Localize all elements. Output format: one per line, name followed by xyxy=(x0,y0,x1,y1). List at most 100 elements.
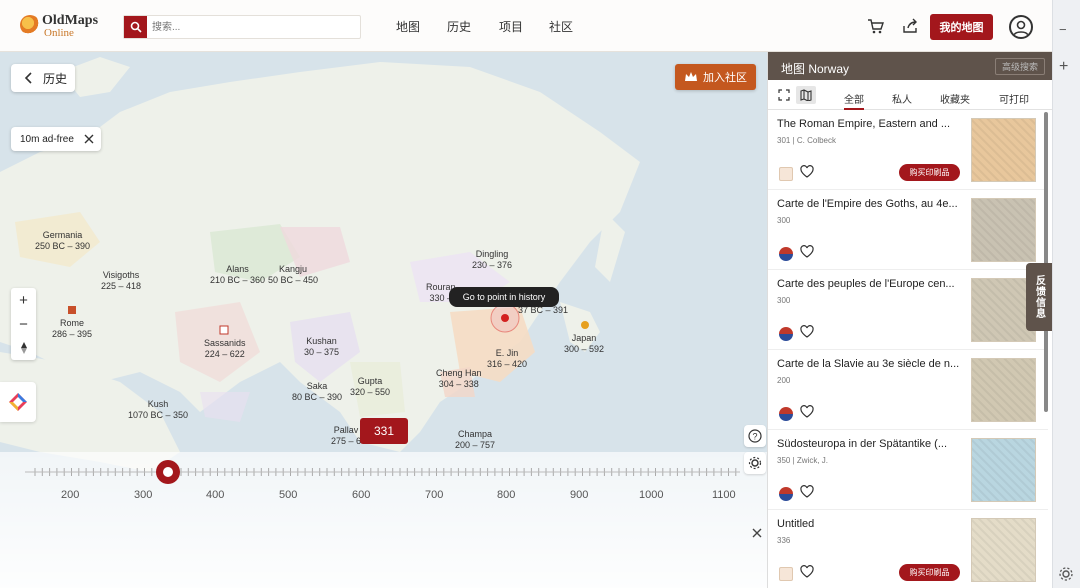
back-history-button[interactable]: 历史 xyxy=(11,64,75,92)
korea-flag-icon xyxy=(779,327,793,341)
map-card-title[interactable]: Carte de la Slavie au 3e siècle de n... xyxy=(777,358,962,370)
buy-print-button[interactable]: 购买印刷品 xyxy=(899,564,960,581)
map-label-ejin[interactable]: E. Jin 316 – 420 xyxy=(487,348,527,370)
feedback-tab[interactable]: 反馈信息 xyxy=(1026,263,1052,331)
heart-icon[interactable] xyxy=(800,245,814,259)
zoom-controls: + − xyxy=(11,288,36,360)
map-card-thumbnail[interactable] xyxy=(971,118,1036,182)
map-card[interactable]: The Roman Empire, Eastern and ... 301 | C… xyxy=(768,110,1048,190)
map-label-kush[interactable]: Kush 1070 BC – 350 xyxy=(128,399,188,421)
nav-history[interactable]: 历史 xyxy=(447,18,471,35)
search-input[interactable] xyxy=(152,18,352,36)
add-icon[interactable]: + xyxy=(1059,58,1068,76)
map-results-panel: 地图 Norway 高级搜索 全部 私人 收藏夹 可打印 The Roman E… xyxy=(767,52,1052,588)
map-view-button[interactable] xyxy=(796,86,816,104)
logo-badge-icon xyxy=(779,167,793,181)
map-label-saka[interactable]: Saka 80 BC – 390 xyxy=(292,381,342,403)
map-label-germania[interactable]: Germania 250 BC – 390 xyxy=(35,230,90,252)
map-label-alans[interactable]: Alans 210 BC – 360 xyxy=(210,264,265,286)
help-icon: ? xyxy=(748,429,762,443)
map-card-title[interactable]: Carte de l'Empire des Goths, au 4e... xyxy=(777,198,962,210)
heart-icon[interactable] xyxy=(800,405,814,419)
settings-button[interactable] xyxy=(744,452,766,474)
panel-title: 地图 Norway xyxy=(781,62,850,76)
map-label-pallava[interactable]: Pallav 275 – 6 xyxy=(331,425,361,447)
tick-900: 900 xyxy=(570,489,589,501)
gear-icon xyxy=(748,456,762,470)
map-card[interactable]: Carte des peuples de l'Europe cen... 300 xyxy=(768,270,1048,350)
map-label-visigoths[interactable]: Visigoths 225 – 418 xyxy=(101,270,141,292)
logo-badge-icon xyxy=(779,567,793,581)
heart-icon[interactable] xyxy=(800,165,814,179)
panel-header: 地图 Norway 高级搜索 xyxy=(768,52,1052,80)
tick-300: 300 xyxy=(134,489,153,501)
map-label-japan[interactable]: Japan 300 – 592 xyxy=(564,333,604,355)
minimize-icon[interactable]: − xyxy=(1059,22,1067,37)
map-card-thumbnail[interactable] xyxy=(971,198,1036,262)
map-card-title[interactable]: The Roman Empire, Eastern and ... xyxy=(777,118,962,130)
korea-flag-icon xyxy=(779,407,793,421)
map-label-gupta[interactable]: Gupta 320 – 550 xyxy=(350,376,390,398)
nav-projects[interactable]: 项目 xyxy=(499,18,523,35)
user-avatar-icon[interactable] xyxy=(1009,15,1033,39)
adfree-label: 10m ad-free xyxy=(20,133,74,145)
oldmaps-logo[interactable]: OldMaps Online xyxy=(20,12,110,40)
close-icon[interactable] xyxy=(83,133,95,145)
search-button[interactable] xyxy=(124,16,147,38)
tick-600: 600 xyxy=(352,489,371,501)
advanced-search-button[interactable]: 高级搜索 xyxy=(995,58,1045,75)
map-card-title[interactable]: Untitled xyxy=(777,518,962,530)
map-card-thumbnail[interactable] xyxy=(971,358,1036,422)
expand-button[interactable] xyxy=(774,86,794,104)
layers-button[interactable] xyxy=(0,382,36,422)
browser-settings-icon[interactable] xyxy=(1058,566,1074,587)
buy-print-button[interactable]: 购买印刷品 xyxy=(899,164,960,181)
compass-button[interactable] xyxy=(11,336,36,360)
cart-icon[interactable] xyxy=(866,16,886,36)
map-label-rome[interactable]: Rome 286 – 395 xyxy=(52,318,92,340)
map-card[interactable]: Südosteuropa in der Spätantike (... 350 |… xyxy=(768,430,1048,510)
join-community-button[interactable]: 加入社区 xyxy=(675,64,756,90)
search-icon xyxy=(130,21,142,33)
nav-maps[interactable]: 地图 xyxy=(396,18,420,35)
tab-favorites[interactable]: 收藏夹 xyxy=(940,91,970,106)
help-button[interactable]: ? xyxy=(744,425,766,447)
tick-1100: 1100 xyxy=(712,489,736,501)
heart-icon[interactable] xyxy=(800,485,814,499)
tab-all[interactable]: 全部 xyxy=(844,91,864,110)
map-card-thumbnail[interactable] xyxy=(971,438,1036,502)
map-label-cheng-han[interactable]: Cheng Han 304 – 338 xyxy=(436,368,482,390)
close-timeline-icon[interactable] xyxy=(751,526,763,544)
map-label-kushan[interactable]: Kushan 30 – 375 xyxy=(304,336,339,358)
zoom-out-button[interactable]: − xyxy=(11,312,36,336)
korea-flag-icon xyxy=(779,247,793,261)
history-tooltip: Go to point in history xyxy=(449,287,559,307)
chevron-left-icon xyxy=(24,72,32,84)
map-card-thumbnail[interactable] xyxy=(971,518,1036,582)
map-card-title[interactable]: Carte des peuples de l'Europe cen... xyxy=(777,278,962,290)
panel-scrollbar[interactable] xyxy=(1044,112,1048,412)
map-label-dingling[interactable]: Dingling 230 – 376 xyxy=(472,249,512,271)
heart-icon[interactable] xyxy=(800,565,814,579)
map-card-title[interactable]: Südosteuropa in der Spätantike (... xyxy=(777,438,962,450)
map-card[interactable]: Carte de la Slavie au 3e siècle de n... 2… xyxy=(768,350,1048,430)
map-label-kangju[interactable]: Kangju 50 BC – 450 xyxy=(268,264,318,286)
tab-private[interactable]: 私人 xyxy=(892,91,912,106)
logo-subtitle: Online xyxy=(44,27,74,39)
heart-icon[interactable] xyxy=(800,325,814,339)
map-label-champa[interactable]: Champa 200 – 757 xyxy=(455,429,495,451)
zoom-in-button[interactable]: + xyxy=(11,288,36,312)
app-header: OldMaps Online 地图 历史 项目 社区 我的地图 xyxy=(0,0,1052,52)
map-card[interactable]: Carte de l'Empire des Goths, au 4e... 300 xyxy=(768,190,1048,270)
sun-logo-icon xyxy=(20,15,40,35)
history-map[interactable]: 历史 10m ad-free 加入社区 Germania 250 BC – 390… xyxy=(0,52,767,588)
nav-community[interactable]: 社区 xyxy=(549,18,573,35)
map-card[interactable]: Untitled 336 购买印刷品 xyxy=(768,510,1048,588)
tick-1000: 1000 xyxy=(639,489,664,501)
my-map-button[interactable]: 我的地图 xyxy=(930,14,993,40)
search-box xyxy=(123,15,361,39)
map-label-sassanids[interactable]: Sassanids 224 – 622 xyxy=(204,338,246,360)
crown-icon xyxy=(685,72,697,81)
tab-printable[interactable]: 可打印 xyxy=(999,91,1029,106)
share-icon[interactable] xyxy=(900,16,920,36)
